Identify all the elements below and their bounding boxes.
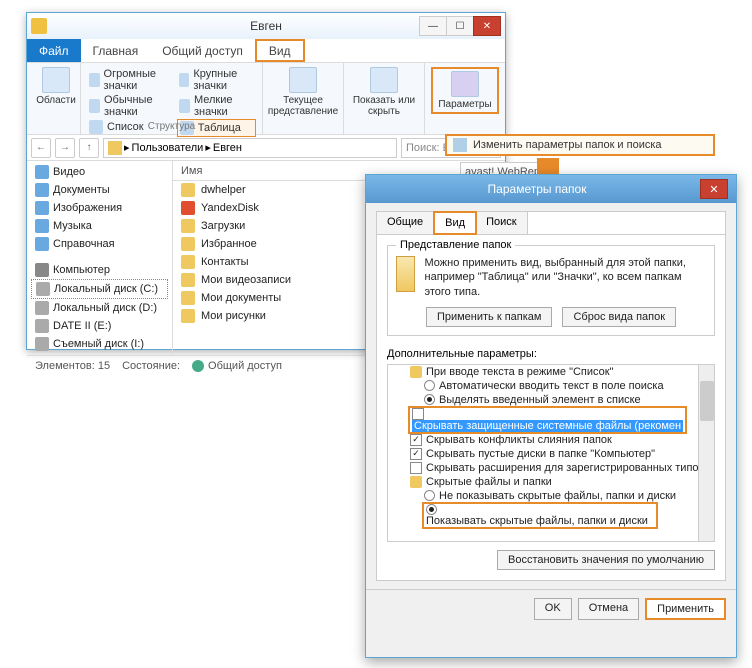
layout-medium[interactable]: Обычные значки xyxy=(87,93,173,119)
folder-options-dialog: Параметры папок ✕ Общие Вид Поиск Предст… xyxy=(365,174,737,658)
nav-disk-e[interactable]: DATE II (E:) xyxy=(31,317,168,335)
nav-pane: Видео Документы Изображения Музыка Справ… xyxy=(27,161,173,355)
folder-icon xyxy=(181,273,195,287)
current-view-button[interactable]: Текущее представление xyxy=(269,67,337,117)
pics-icon xyxy=(35,201,49,215)
tab-general[interactable]: Общие xyxy=(377,212,434,234)
radio-button[interactable] xyxy=(424,490,435,501)
nav-up[interactable]: ↑ xyxy=(79,138,99,158)
dialog-close-button[interactable]: ✕ xyxy=(700,179,728,199)
show-hide-button[interactable]: Показать или скрыть xyxy=(350,67,418,117)
group-label: Структура xyxy=(81,121,262,132)
dialog-title: Параметры папок xyxy=(488,182,587,196)
close-button[interactable]: ✕ xyxy=(473,16,501,36)
checkbox[interactable] xyxy=(412,408,424,420)
tab-share[interactable]: Общий доступ xyxy=(150,39,255,62)
layout-icon xyxy=(179,99,190,113)
folder-icon xyxy=(181,201,195,215)
address-bar[interactable]: ▸Пользователи ▸Евген xyxy=(103,138,397,158)
checkbox[interactable]: ✓ xyxy=(410,448,422,460)
nav-help[interactable]: Справочная xyxy=(31,235,168,253)
maximize-button[interactable]: ☐ xyxy=(446,16,474,36)
tab-file[interactable]: Файл xyxy=(27,39,81,62)
disk-icon xyxy=(35,337,49,351)
folder-icon xyxy=(108,141,122,155)
navbar: ← → ↑ ▸Пользователи ▸Евген Поиск: Евген xyxy=(27,135,505,161)
cancel-button[interactable]: Отмена xyxy=(578,598,639,620)
nav-disk-c[interactable]: Локальный диск (C:) xyxy=(31,279,168,299)
options-button[interactable]: Параметры xyxy=(431,67,499,114)
apply-button[interactable]: Применить xyxy=(645,598,726,620)
scrollbar[interactable] xyxy=(698,365,714,541)
checkbox[interactable]: ✓ xyxy=(410,434,422,446)
folder-icon xyxy=(181,183,195,197)
view-icon xyxy=(289,67,317,93)
ok-button[interactable]: OK xyxy=(534,598,572,620)
layout-icon xyxy=(179,73,190,87)
panes-icon xyxy=(42,67,70,93)
layout-icon xyxy=(89,73,100,87)
options-icon xyxy=(451,71,479,97)
nav-disk-d[interactable]: Локальный диск (D:) xyxy=(31,299,168,317)
share-icon xyxy=(192,360,204,372)
nav-forward[interactable]: → xyxy=(55,138,75,158)
nav-music[interactable]: Музыка xyxy=(31,217,168,235)
radio-button[interactable] xyxy=(424,380,435,391)
folder-icon xyxy=(410,476,422,488)
folder-icon xyxy=(410,366,422,378)
tab-search[interactable]: Поиск xyxy=(476,212,527,234)
layout-huge[interactable]: Огромные значки xyxy=(87,67,173,93)
tab-control: Общие Вид Поиск Представление папок Можн… xyxy=(376,211,726,581)
window-title: Евген xyxy=(250,19,282,33)
docs-icon xyxy=(35,183,49,197)
nav-docs[interactable]: Документы xyxy=(31,181,168,199)
titlebar: Евген — ☐ ✕ xyxy=(27,13,505,39)
ribbon: Области Огромные значки Обычные значки С… xyxy=(27,63,505,135)
tab-home[interactable]: Главная xyxy=(81,39,151,62)
folder-icon xyxy=(181,237,195,251)
music-icon xyxy=(35,219,49,233)
minimize-button[interactable]: — xyxy=(419,16,447,36)
folder-icon xyxy=(31,18,47,34)
restore-defaults-button[interactable]: Восстановить значения по умолчанию xyxy=(497,550,715,570)
tab-view[interactable]: Вид xyxy=(433,211,477,235)
disk-icon xyxy=(36,282,50,296)
radio-button[interactable] xyxy=(424,394,435,405)
reset-folders-button[interactable]: Сброс вида папок xyxy=(562,307,676,327)
apply-to-folders-button[interactable]: Применить к папкам xyxy=(426,307,553,327)
tab-view[interactable]: Вид xyxy=(255,39,305,62)
disk-icon xyxy=(35,319,49,333)
advanced-label: Дополнительные параметры: xyxy=(387,348,715,360)
nav-pics[interactable]: Изображения xyxy=(31,199,168,217)
folder-icon xyxy=(181,219,195,233)
showhide-icon xyxy=(370,67,398,93)
status-elements: Элементов: 15 xyxy=(35,360,110,372)
folder-icon xyxy=(181,255,195,269)
layout-large[interactable]: Крупные значки xyxy=(177,67,256,93)
advanced-treeview[interactable]: При вводе текста в режиме "Список" Автом… xyxy=(387,364,715,542)
nav-computer[interactable]: Компьютер xyxy=(31,261,168,279)
radio-button[interactable] xyxy=(426,504,437,515)
panes-button[interactable]: Области xyxy=(33,67,79,106)
layout-icon xyxy=(89,99,100,113)
layout-small[interactable]: Мелкие значки xyxy=(177,93,256,119)
video-icon xyxy=(35,165,49,179)
checkbox[interactable] xyxy=(410,462,422,474)
computer-icon xyxy=(35,263,49,277)
nav-video[interactable]: Видео xyxy=(31,163,168,181)
dialog-titlebar: Параметры папок ✕ xyxy=(366,175,736,203)
folder-icon xyxy=(181,309,195,323)
folder-icon xyxy=(181,291,195,305)
options-icon xyxy=(453,138,467,152)
nav-disk-remov[interactable]: Съемный диск (I:) xyxy=(31,335,168,353)
status-state: Состояние: xyxy=(122,360,180,372)
ribbon-tabs: Файл Главная Общий доступ Вид xyxy=(27,39,505,63)
disk-icon xyxy=(35,301,49,315)
folder-view-group: Представление папок Можно применить вид,… xyxy=(387,245,715,336)
nav-back[interactable]: ← xyxy=(31,138,51,158)
options-menu-item[interactable]: Изменить параметры папок и поиска xyxy=(445,134,715,156)
help-icon xyxy=(35,237,49,251)
folder-icon xyxy=(396,256,415,292)
